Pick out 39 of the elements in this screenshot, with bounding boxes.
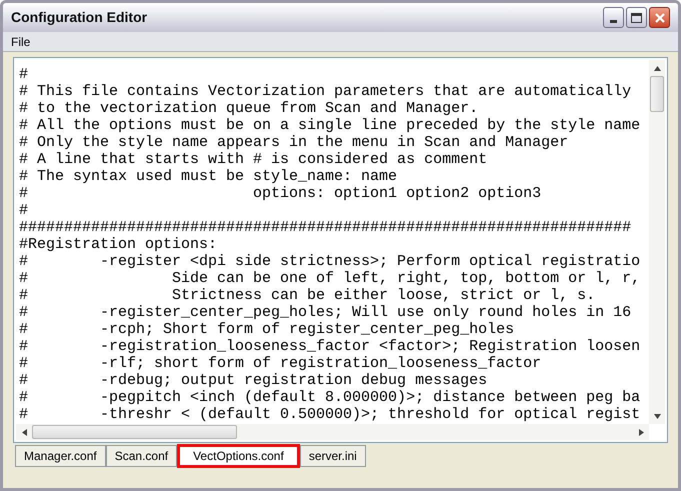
close-icon xyxy=(654,12,666,24)
code-line: # Strictness can be either loose, strict or l, s. xyxy=(19,287,596,304)
tab[interactable]: server.ini xyxy=(300,445,366,467)
vertical-scrollbar[interactable] xyxy=(649,60,665,424)
scroll-up-icon xyxy=(654,64,660,72)
scroll-right-icon xyxy=(638,428,644,436)
code-line: # -rdebug; output registration debug messages xyxy=(19,372,488,389)
horizontal-scrollbar[interactable] xyxy=(16,424,649,440)
tab[interactable]: Manager.conf xyxy=(15,445,106,467)
code-line: # All the options must be on a single line preceded by the style name xyxy=(19,117,640,134)
scroll-thumb[interactable] xyxy=(650,76,664,112)
minimize-button[interactable] xyxy=(603,7,624,28)
scroll-thumb[interactable] xyxy=(32,425,237,439)
code-line: # xyxy=(19,202,28,219)
code-line: # -pegpitch <inch (default 8.000000)>; distance between peg ba xyxy=(19,389,640,406)
code-line: # options: option1 option2 option3 xyxy=(19,185,542,202)
code-line: # -threshr < (default 0.500000)>; threshold for optical regist xyxy=(19,406,640,423)
code-line: # A line that starts with # is considered as comment xyxy=(19,151,488,168)
code-line: # -register <dpi side strictness>; Perform optical registratio xyxy=(19,253,640,270)
code-line: # The syntax used must be style_name: name xyxy=(19,168,398,185)
tab[interactable]: VectOptions.conf xyxy=(177,444,300,468)
code-line: # -rcph; Short form of register_center_peg_holes xyxy=(19,321,514,338)
scroll-left-icon xyxy=(20,428,28,436)
menu-item[interactable]: File xyxy=(3,32,38,50)
code-line: # Side can be one of left, right, top, bottom or l, r, xyxy=(19,270,640,287)
code-line: # -register_center_peg_holes; Will use only round holes in 16 xyxy=(19,304,632,321)
window-title: Configuration Editor xyxy=(11,8,148,27)
code-line: #################################################################### xyxy=(19,219,632,236)
close-button[interactable] xyxy=(649,7,670,28)
code-line: # -rlf; short form of registration_looseness_factor xyxy=(19,355,542,372)
scroll-down-icon xyxy=(654,412,660,420)
code-line: # -registration_looseness_factor <factor>; Registration loosen xyxy=(19,338,640,355)
code-line: # Only the style name appears in the menu in Scan and Manager xyxy=(19,134,568,151)
code-line: #Registration options: xyxy=(19,236,218,253)
code-line: # to the vectorization queue from Scan and Manager. xyxy=(19,100,478,117)
maximize-button[interactable] xyxy=(626,7,647,28)
tab[interactable]: Scan.conf xyxy=(106,445,178,467)
code-line: # This file contains Vectorization parameters that are automatically xyxy=(19,83,632,100)
code-line: # xyxy=(19,66,28,83)
